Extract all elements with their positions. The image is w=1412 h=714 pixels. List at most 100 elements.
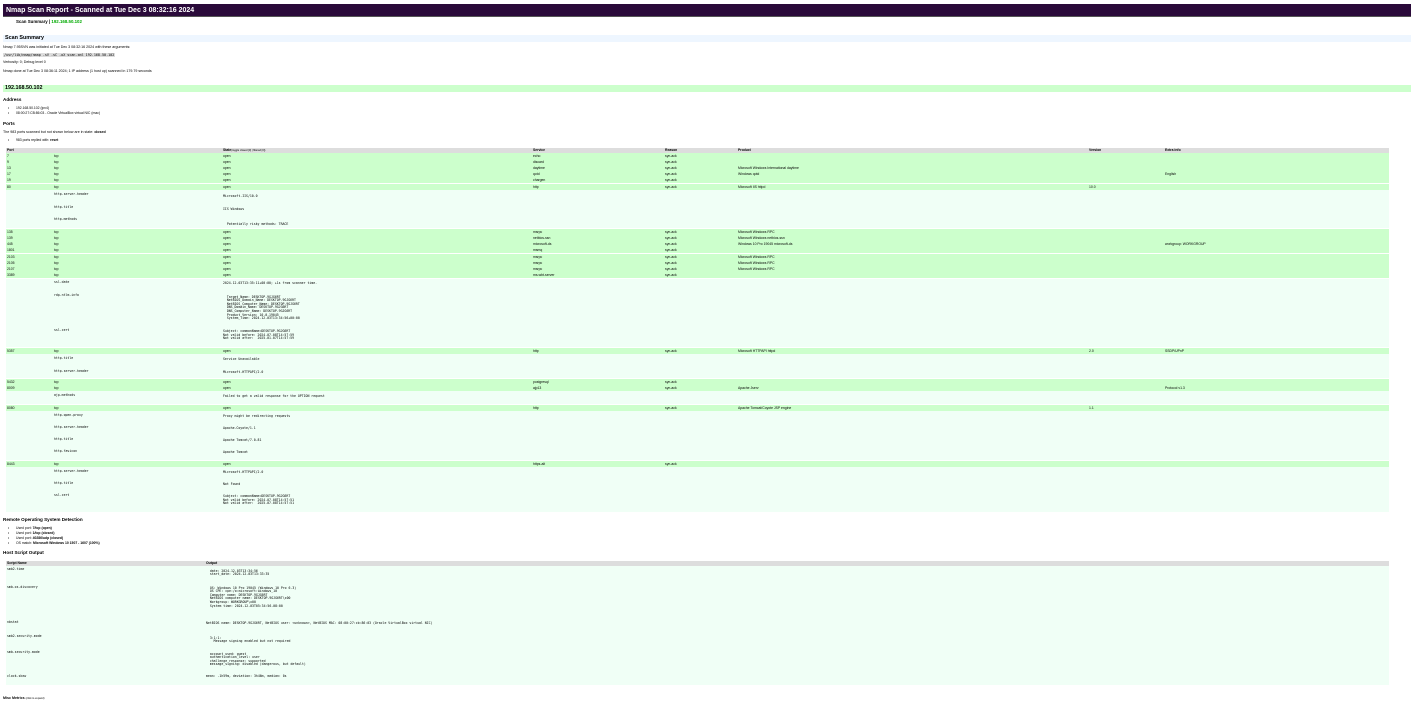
- script-output: Failed to get a valid response for the O…: [223, 394, 325, 398]
- script-id: http-title: [54, 356, 74, 360]
- script-output: Service Unavailable: [223, 357, 260, 361]
- port-cell-service: ajp13: [533, 386, 542, 390]
- script-id: ssl-cert: [54, 493, 70, 497]
- port-cell-protocol: tcp: [54, 160, 59, 164]
- script-output: Not Found: [223, 482, 241, 486]
- port-row: 2103 tcp open msrpc syn-ack Microsoft Windows…: [6, 254, 1389, 260]
- port-row: 80 tcp open http syn-ack Microsoft IIS httpd 1…: [6, 184, 1389, 190]
- script-id: ajp-methods: [54, 393, 76, 397]
- host-script-name: clock-skew: [7, 674, 27, 678]
- port-cell-port: 9: [7, 160, 9, 164]
- script-id: ssl-date: [54, 280, 70, 284]
- summary-ip-link[interactable]: 192.168.50.102: [51, 19, 82, 24]
- port-cell-port: 8080: [7, 406, 15, 410]
- ports-reason-list: 983 ports replied with: reset: [3, 138, 58, 143]
- port-cell-reason: syn-ack: [665, 462, 677, 466]
- scan-done-text: Nmap done at Tue Dec 3 08:36:11 2024; 1 …: [3, 69, 152, 73]
- port-row: 445 tcp open microsoft-ds syn-ack Windows 10 …: [6, 241, 1389, 247]
- port-cell-product: Microsoft Windows netbios-ssn: [738, 236, 785, 240]
- port-cell-protocol: tcp: [54, 230, 59, 234]
- port-cell-product: Apache Tomcat/Coyote JSP engine: [738, 406, 792, 410]
- port-cell-state: open: [223, 406, 231, 410]
- port-cell-service: postgresql: [533, 380, 549, 384]
- port-row: 135 tcp open msrpc syn-ack Microsoft Windows …: [6, 229, 1389, 235]
- host-script-name: smb2-time: [7, 567, 25, 571]
- script-output: Subject: commonName=DESKTOP-9GJG6RT Not …: [223, 494, 295, 506]
- port-cell-extra: Protocol v1.3: [1165, 386, 1185, 390]
- host-script-name: nbstat: [7, 620, 19, 624]
- port-script-block: ssl-date 2024-12-03T13:35:11+00:00; +1s f…: [6, 279, 1389, 347]
- port-cell-protocol: tcp: [54, 248, 59, 252]
- port-cell-extra: SSDP/UPnP: [1165, 349, 1185, 353]
- port-row: 13 tcp open daytime syn-ack Microsoft Windows…: [6, 165, 1389, 171]
- port-cell-reason: syn-ack: [665, 261, 677, 265]
- script-id: http-title: [54, 437, 74, 441]
- port-cell-protocol: tcp: [54, 154, 59, 158]
- port-cell-product: Microsoft Windows RPC: [738, 230, 775, 234]
- script-id: http-server-header: [54, 425, 89, 429]
- port-row: 9 tcp open discard syn-ack: [6, 159, 1389, 165]
- port-cell-service: microsoft-ds: [533, 242, 552, 246]
- port-cell-service: netbios-ssn: [533, 236, 551, 240]
- port-cell-protocol: tcp: [54, 273, 59, 277]
- summary-label: Scan Summary |: [16, 19, 52, 24]
- col-reason: Reason: [665, 148, 678, 152]
- port-cell-product: Windows qotd: [738, 172, 760, 176]
- host-script-heading: Host Script Output: [3, 550, 44, 555]
- port-cell-product: Microsoft Windows RPC: [738, 255, 775, 259]
- port-cell-extra: English: [1165, 172, 1177, 176]
- port-cell-product: Microsoft Windows RPC: [738, 261, 775, 265]
- ports-reason-item: 983 ports replied with: reset: [3, 138, 58, 143]
- port-script-block: ajp-methods Failed to get a valid respons…: [6, 391, 1389, 404]
- script-id: http-favicon: [54, 449, 78, 453]
- port-cell-protocol: tcp: [54, 386, 59, 390]
- port-cell-state: open: [223, 178, 231, 182]
- port-cell-product: Windows 10 Pro 19045 microsoft-ds: [738, 242, 793, 246]
- ports-reason-text: 983 ports replied with:: [16, 138, 51, 142]
- port-cell-reason: syn-ack: [665, 172, 677, 176]
- port-cell-state: open: [223, 242, 231, 246]
- port-cell-service: echo: [533, 154, 541, 158]
- misc-metrics-toggle[interactable]: (click to expand): [26, 697, 45, 700]
- port-cell-service: qotd: [533, 172, 540, 176]
- os-item-prefix: OS match:: [16, 541, 33, 545]
- script-id: ssl-cert: [54, 328, 70, 332]
- port-cell-state: open: [223, 273, 231, 277]
- port-cell-port: 7: [7, 154, 9, 158]
- script-id: http-server-header: [54, 469, 89, 473]
- port-cell-version: 10.0: [1089, 185, 1096, 189]
- port-cell-reason: syn-ack: [665, 273, 677, 277]
- ports-reason-value: reset: [50, 138, 59, 142]
- port-cell-reason: syn-ack: [665, 160, 677, 164]
- host-script-name: smb-security-mode: [7, 650, 40, 654]
- port-cell-reason: syn-ack: [665, 242, 677, 246]
- port-cell-reason: syn-ack: [665, 236, 677, 240]
- port-cell-service: chargen: [533, 178, 546, 182]
- script-output: Apache-Coyote/1.1: [223, 426, 256, 430]
- host-heading: 192.168.50.102: [3, 85, 1411, 92]
- port-cell-reason: syn-ack: [665, 166, 677, 170]
- port-row: 8080 tcp open http syn-ack Apache Tomcat/Coyo…: [6, 405, 1389, 411]
- os-match: OS match: Microsoft Windows 10 1507 - 16…: [3, 541, 100, 546]
- port-cell-protocol: tcp: [54, 178, 59, 182]
- port-cell-port: 80: [7, 185, 11, 189]
- port-cell-state: open: [223, 236, 231, 240]
- port-cell-state: open: [223, 230, 231, 234]
- port-cell-state: open: [223, 166, 231, 170]
- port-cell-port: 5432: [7, 380, 15, 384]
- port-cell-state: open: [223, 185, 231, 189]
- port-cell-product: Apache Jserv: [738, 386, 759, 390]
- port-cell-state: open: [223, 380, 231, 384]
- script-output: IIS Windows: [223, 207, 245, 211]
- col-extra: Extra info: [1165, 148, 1181, 152]
- port-cell-reason: syn-ack: [665, 406, 677, 410]
- state-toggle-link[interactable]: (toggle closed [0] | filtered [0]): [231, 149, 265, 152]
- script-output: Subject: commonName=DESKTOP-9GJG6RT Not …: [223, 329, 295, 341]
- port-row: 8443 tcp open https-alt syn-ack: [6, 461, 1389, 467]
- port-cell-port: 2103: [7, 255, 15, 259]
- script-id: http-title: [54, 205, 74, 209]
- port-cell-protocol: tcp: [54, 349, 59, 353]
- misc-metrics[interactable]: Misc Metrics (click to expand): [3, 696, 44, 700]
- script-output: Proxy might be redirecting requests: [223, 414, 291, 418]
- host-script-output: mean: -1h59m, deviation: 3h46m, median: …: [206, 674, 287, 678]
